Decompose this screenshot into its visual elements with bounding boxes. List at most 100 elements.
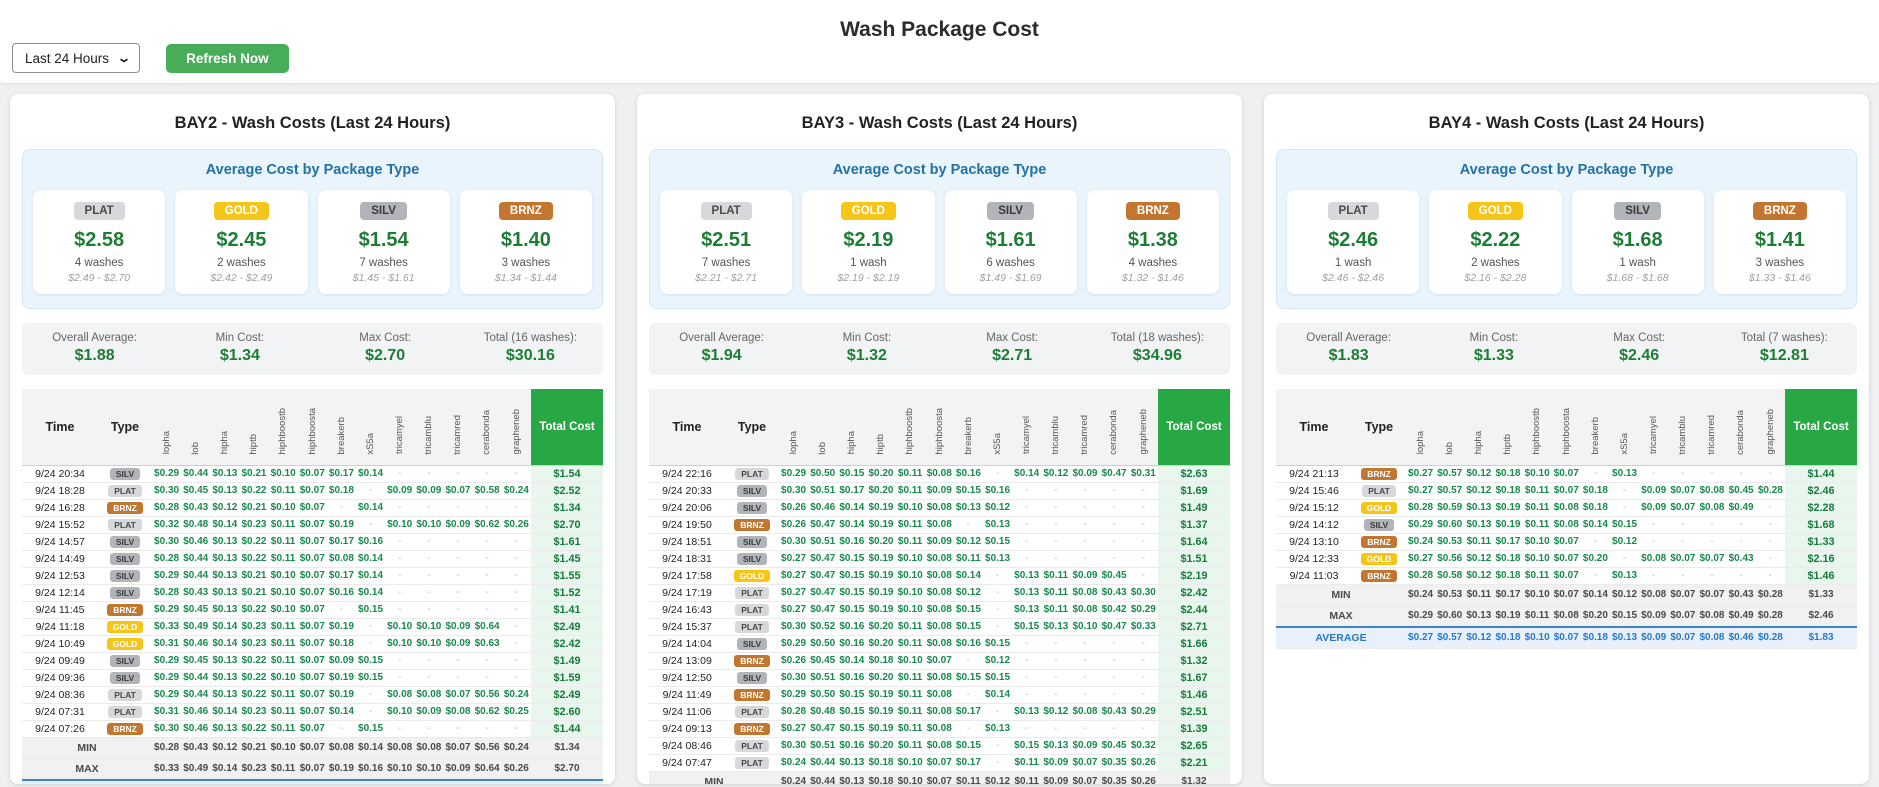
chemical-cost: $0.11 <box>269 720 298 737</box>
chemical-cost: - <box>1129 686 1158 703</box>
chemical-cost: $0.30 <box>779 533 808 550</box>
chemical-cost: $0.23 <box>239 618 268 635</box>
chemical-cost: $0.13 <box>210 720 239 737</box>
chemical-cost: $0.13 <box>983 720 1012 737</box>
chemical-cost: $0.10 <box>896 601 925 618</box>
chemical-cost: $0.10 <box>269 465 298 482</box>
chemical-name: lob <box>191 442 201 455</box>
chemical-cost: $0.15 <box>983 635 1012 652</box>
col-header-time: Time <box>22 389 98 465</box>
chemical-cost: - <box>1070 669 1099 686</box>
chemical-name: breakerb <box>1591 417 1601 455</box>
chemical-cost: $0.13 <box>1012 584 1041 601</box>
table-row: 9/24 11:49BRNZ$0.29$0.50$0.15$0.19$0.11$… <box>649 686 1230 703</box>
stat-max-cost: Max Cost:$2.71 <box>940 332 1085 365</box>
wash-time: 9/24 17:19 <box>649 584 725 601</box>
chemical-cost: $0.13 <box>210 533 239 550</box>
table-row: 9/24 07:31PLAT$0.31$0.46$0.14$0.23$0.11$… <box>22 703 603 720</box>
time-range-select[interactable]: Last 24 Hours ⌄ <box>12 43 140 73</box>
chemical-cost: $0.09 <box>1639 499 1668 516</box>
chemical-cost: $0.26 <box>1129 754 1158 771</box>
chemical-cost: $0.20 <box>866 482 895 499</box>
chemical-cost: - <box>443 465 472 482</box>
chemical-cost: - <box>443 601 472 618</box>
package-cost-range: $1.68 - $1.68 <box>1576 272 1700 284</box>
max-row-value: $0.10 <box>385 758 414 780</box>
chemical-cost: $0.11 <box>1464 533 1493 550</box>
wash-type: SILV <box>725 669 779 686</box>
chemical-cost: $0.10 <box>1523 550 1552 567</box>
chemical-cost: - <box>1129 635 1158 652</box>
chemical-cost: - <box>356 703 385 720</box>
table-row: 9/24 07:26BRNZ$0.30$0.46$0.13$0.22$0.11$… <box>22 720 603 737</box>
chemical-cost: - <box>1581 533 1610 550</box>
min-row-value: $0.10 <box>896 771 925 784</box>
wash-type: PLAT <box>98 482 152 499</box>
max-row-total: $2.46 <box>1785 605 1857 627</box>
chemical-name: lob <box>818 442 828 455</box>
min-row-value: $0.07 <box>1070 771 1099 784</box>
package-cost-range: $2.21 - $2.71 <box>664 272 788 284</box>
chemical-cost: $0.27 <box>779 584 808 601</box>
wash-time: 9/24 12:50 <box>649 669 725 686</box>
stat-total-value: $12.81 <box>1712 347 1857 365</box>
chemical-cost: $0.13 <box>210 686 239 703</box>
chemical-cost: $0.09 <box>443 516 472 533</box>
chemical-cost: $0.07 <box>298 635 327 652</box>
wash-type: SILV <box>98 533 152 550</box>
chemical-cost: $0.58 <box>1435 567 1464 584</box>
row-total-cost: $2.44 <box>1158 601 1230 618</box>
chemical-cost: $0.62 <box>473 516 502 533</box>
chemical-cost: $0.08 <box>925 737 954 754</box>
chemical-cost: $0.24 <box>502 686 531 703</box>
min-row: MIN$0.24$0.44$0.13$0.18$0.10$0.07$0.11$0… <box>649 771 1230 784</box>
wash-type-badge: SILV <box>737 672 767 684</box>
bay-panel: BAY4 - Wash Costs (Last 24 Hours) Averag… <box>1264 94 1869 784</box>
chemical-name: hiptb <box>249 434 259 455</box>
row-total-cost: $1.37 <box>1158 516 1230 533</box>
chemical-cost: $0.15 <box>356 720 385 737</box>
wash-time: 9/24 11:06 <box>649 703 725 720</box>
avg-cost-section: Average Cost by Package Type PLAT$2.517 … <box>649 149 1230 309</box>
wash-type: BRNZ <box>98 720 152 737</box>
package-cost-range: $1.49 - $1.69 <box>949 272 1073 284</box>
chemical-cost: $0.17 <box>327 533 356 550</box>
col-header-chemical: cerabonda <box>473 389 502 465</box>
chemical-cost: $0.07 <box>298 703 327 720</box>
chemical-cost: $0.47 <box>808 567 837 584</box>
row-total-cost: $2.42 <box>531 635 603 652</box>
chemical-cost: - <box>356 635 385 652</box>
chemical-cost: $0.10 <box>896 584 925 601</box>
table-row: 9/24 17:58GOLD$0.27$0.47$0.15$0.19$0.10$… <box>649 567 1230 584</box>
chemical-cost: $0.14 <box>1012 465 1041 482</box>
chemical-cost: - <box>473 533 502 550</box>
wash-type: PLAT <box>725 737 779 754</box>
chemical-cost: $0.13 <box>1041 737 1070 754</box>
average-row-total: $1.83 <box>1785 627 1857 649</box>
chemical-cost: $0.11 <box>896 516 925 533</box>
wash-type: SILV <box>725 499 779 516</box>
wash-type: PLAT <box>1352 482 1406 499</box>
chemical-cost: $0.14 <box>356 550 385 567</box>
col-header-chemical: hiptb <box>866 389 895 465</box>
chemical-cost: $0.58 <box>473 482 502 499</box>
chemical-name: grapheneb <box>1766 409 1776 454</box>
chemical-cost: $0.11 <box>269 550 298 567</box>
refresh-button[interactable]: Refresh Now <box>166 44 289 73</box>
chemical-cost: $0.11 <box>954 550 983 567</box>
chemical-cost: $0.07 <box>298 652 327 669</box>
chemical-name: hiphboosta <box>308 408 318 454</box>
chemical-cost: $0.19 <box>866 720 895 737</box>
col-header-time: Time <box>1276 389 1352 465</box>
table-row: 9/24 09:13BRNZ$0.27$0.47$0.15$0.19$0.11$… <box>649 720 1230 737</box>
average-row-value: $0.09 <box>414 780 443 785</box>
package-type-badge: PLAT <box>74 202 125 220</box>
row-total-cost: $2.19 <box>1158 567 1230 584</box>
row-total-cost: $1.32 <box>1158 652 1230 669</box>
chemical-cost: - <box>1070 635 1099 652</box>
chemical-cost: - <box>954 720 983 737</box>
chemical-cost: - <box>1100 635 1129 652</box>
chemical-name: hipha <box>847 431 857 454</box>
chemical-cost: $0.14 <box>210 703 239 720</box>
chemical-cost: - <box>954 516 983 533</box>
